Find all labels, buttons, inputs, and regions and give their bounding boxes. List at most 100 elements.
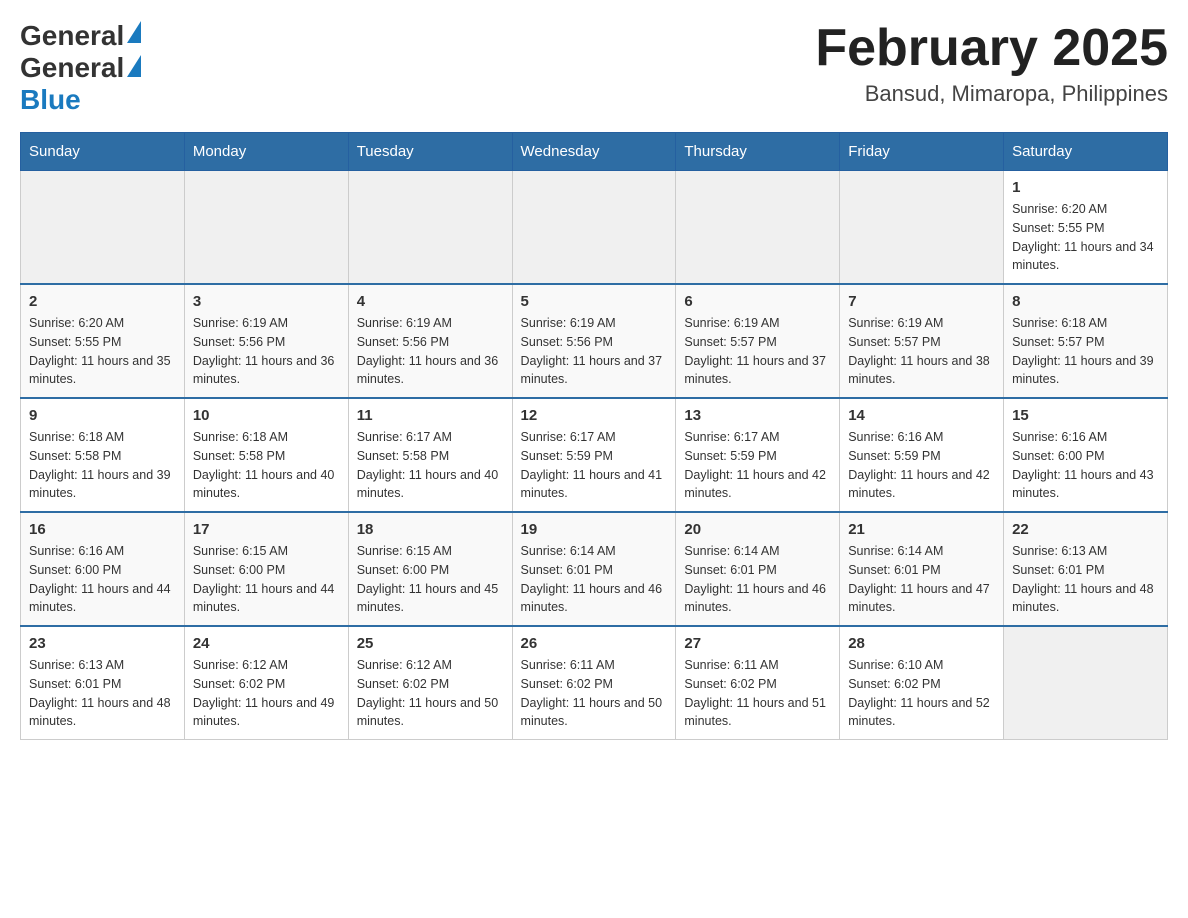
day-info: Sunrise: 6:15 AMSunset: 6:00 PMDaylight:…	[193, 542, 340, 617]
calendar-cell: 9 Sunrise: 6:18 AMSunset: 5:58 PMDaylight…	[21, 398, 185, 512]
calendar-week-row-0: 1 Sunrise: 6:20 AMSunset: 5:55 PMDaylight…	[21, 171, 1168, 285]
calendar-cell	[184, 171, 348, 285]
calendar-cell	[348, 171, 512, 285]
logo-area: General General Blue	[20, 20, 141, 116]
day-number: 28	[848, 635, 995, 652]
day-info: Sunrise: 6:14 AMSunset: 6:01 PMDaylight:…	[521, 542, 668, 617]
day-number: 15	[1012, 407, 1159, 424]
logo-blue-text: Blue	[20, 84, 81, 116]
day-number: 21	[848, 521, 995, 538]
day-number: 6	[684, 293, 831, 310]
calendar-cell	[676, 171, 840, 285]
day-number: 17	[193, 521, 340, 538]
calendar-cell: 12 Sunrise: 6:17 AMSunset: 5:59 PMDayligh…	[512, 398, 676, 512]
calendar-cell: 21 Sunrise: 6:14 AMSunset: 6:01 PMDayligh…	[840, 512, 1004, 626]
calendar-header-thursday: Thursday	[676, 133, 840, 171]
calendar-cell: 13 Sunrise: 6:17 AMSunset: 5:59 PMDayligh…	[676, 398, 840, 512]
calendar-header-row: SundayMondayTuesdayWednesdayThursdayFrid…	[21, 133, 1168, 171]
day-number: 8	[1012, 293, 1159, 310]
calendar-header-friday: Friday	[840, 133, 1004, 171]
logo-general-line2: General	[20, 52, 124, 83]
day-number: 24	[193, 635, 340, 652]
day-info: Sunrise: 6:12 AMSunset: 6:02 PMDaylight:…	[357, 656, 504, 731]
day-info: Sunrise: 6:19 AMSunset: 5:57 PMDaylight:…	[684, 314, 831, 389]
day-number: 12	[521, 407, 668, 424]
day-info: Sunrise: 6:20 AMSunset: 5:55 PMDaylight:…	[29, 314, 176, 389]
day-info: Sunrise: 6:11 AMSunset: 6:02 PMDaylight:…	[684, 656, 831, 731]
day-info: Sunrise: 6:16 AMSunset: 6:00 PMDaylight:…	[29, 542, 176, 617]
calendar-cell: 2 Sunrise: 6:20 AMSunset: 5:55 PMDaylight…	[21, 284, 185, 398]
calendar-cell: 17 Sunrise: 6:15 AMSunset: 6:00 PMDayligh…	[184, 512, 348, 626]
calendar-table: SundayMondayTuesdayWednesdayThursdayFrid…	[20, 132, 1168, 740]
day-info: Sunrise: 6:16 AMSunset: 6:00 PMDaylight:…	[1012, 428, 1159, 503]
calendar-header-saturday: Saturday	[1004, 133, 1168, 171]
title-area: February 2025 Bansud, Mimaropa, Philippi…	[815, 20, 1168, 107]
day-info: Sunrise: 6:19 AMSunset: 5:56 PMDaylight:…	[521, 314, 668, 389]
day-number: 13	[684, 407, 831, 424]
calendar-cell	[512, 171, 676, 285]
day-number: 9	[29, 407, 176, 424]
calendar-cell: 23Sunrise: 6:13 AMSunset: 6:01 PMDayligh…	[21, 626, 185, 740]
calendar-header-wednesday: Wednesday	[512, 133, 676, 171]
day-number: 4	[357, 293, 504, 310]
month-title: February 2025	[815, 20, 1168, 77]
calendar-cell: 6 Sunrise: 6:19 AMSunset: 5:57 PMDaylight…	[676, 284, 840, 398]
calendar-cell	[21, 171, 185, 285]
calendar-cell: 15 Sunrise: 6:16 AMSunset: 6:00 PMDayligh…	[1004, 398, 1168, 512]
header: General General Blue February 2025 Bansu…	[20, 20, 1168, 116]
day-number: 1	[1012, 179, 1159, 196]
calendar-cell: 26 Sunrise: 6:11 AMSunset: 6:02 PMDayligh…	[512, 626, 676, 740]
day-number: 23	[29, 635, 176, 652]
day-number: 19	[521, 521, 668, 538]
calendar-week-row-1: 2 Sunrise: 6:20 AMSunset: 5:55 PMDaylight…	[21, 284, 1168, 398]
day-number: 7	[848, 293, 995, 310]
calendar-cell: 8 Sunrise: 6:18 AMSunset: 5:57 PMDaylight…	[1004, 284, 1168, 398]
day-info: Sunrise: 6:11 AMSunset: 6:02 PMDaylight:…	[521, 656, 668, 731]
day-info: Sunrise: 6:10 AMSunset: 6:02 PMDaylight:…	[848, 656, 995, 731]
day-info: Sunrise: 6:17 AMSunset: 5:59 PMDaylight:…	[684, 428, 831, 503]
location-subtitle: Bansud, Mimaropa, Philippines	[815, 81, 1168, 107]
day-info: Sunrise: 6:20 AMSunset: 5:55 PMDaylight:…	[1012, 200, 1159, 275]
calendar-cell: 24 Sunrise: 6:12 AMSunset: 6:02 PMDayligh…	[184, 626, 348, 740]
day-info: Sunrise: 6:17 AMSunset: 5:58 PMDaylight:…	[357, 428, 504, 503]
day-number: 2	[29, 293, 176, 310]
logo-triangle-icon	[127, 21, 141, 43]
day-number: 27	[684, 635, 831, 652]
day-number: 10	[193, 407, 340, 424]
calendar-header-tuesday: Tuesday	[348, 133, 512, 171]
day-info: Sunrise: 6:14 AMSunset: 6:01 PMDaylight:…	[848, 542, 995, 617]
calendar-cell: 4 Sunrise: 6:19 AMSunset: 5:56 PMDaylight…	[348, 284, 512, 398]
calendar-cell: 27 Sunrise: 6:11 AMSunset: 6:02 PMDayligh…	[676, 626, 840, 740]
day-info: Sunrise: 6:15 AMSunset: 6:00 PMDaylight:…	[357, 542, 504, 617]
day-info: Sunrise: 6:12 AMSunset: 6:02 PMDaylight:…	[193, 656, 340, 731]
day-number: 22	[1012, 521, 1159, 538]
day-info: Sunrise: 6:19 AMSunset: 5:57 PMDaylight:…	[848, 314, 995, 389]
calendar-cell: 1 Sunrise: 6:20 AMSunset: 5:55 PMDaylight…	[1004, 171, 1168, 285]
day-number: 11	[357, 407, 504, 424]
day-info: Sunrise: 6:18 AMSunset: 5:57 PMDaylight:…	[1012, 314, 1159, 389]
calendar-week-row-2: 9 Sunrise: 6:18 AMSunset: 5:58 PMDaylight…	[21, 398, 1168, 512]
day-info: Sunrise: 6:18 AMSunset: 5:58 PMDaylight:…	[29, 428, 176, 503]
calendar-cell: 20Sunrise: 6:14 AMSunset: 6:01 PMDayligh…	[676, 512, 840, 626]
logo: General	[20, 20, 141, 52]
calendar-cell	[1004, 626, 1168, 740]
calendar-cell: 22Sunrise: 6:13 AMSunset: 6:01 PMDayligh…	[1004, 512, 1168, 626]
day-number: 25	[357, 635, 504, 652]
calendar-cell: 14Sunrise: 6:16 AMSunset: 5:59 PMDayligh…	[840, 398, 1004, 512]
day-number: 16	[29, 521, 176, 538]
calendar-week-row-3: 16 Sunrise: 6:16 AMSunset: 6:00 PMDayligh…	[21, 512, 1168, 626]
calendar-header-monday: Monday	[184, 133, 348, 171]
calendar-cell: 10Sunrise: 6:18 AMSunset: 5:58 PMDayligh…	[184, 398, 348, 512]
calendar-cell: 19 Sunrise: 6:14 AMSunset: 6:01 PMDayligh…	[512, 512, 676, 626]
day-number: 26	[521, 635, 668, 652]
calendar-cell: 25 Sunrise: 6:12 AMSunset: 6:02 PMDayligh…	[348, 626, 512, 740]
calendar-cell	[840, 171, 1004, 285]
day-number: 20	[684, 521, 831, 538]
day-info: Sunrise: 6:17 AMSunset: 5:59 PMDaylight:…	[521, 428, 668, 503]
logo-triangle2-icon	[127, 55, 141, 77]
day-number: 18	[357, 521, 504, 538]
day-info: Sunrise: 6:19 AMSunset: 5:56 PMDaylight:…	[357, 314, 504, 389]
calendar-cell: 18 Sunrise: 6:15 AMSunset: 6:00 PMDayligh…	[348, 512, 512, 626]
day-info: Sunrise: 6:19 AMSunset: 5:56 PMDaylight:…	[193, 314, 340, 389]
calendar-cell: 16 Sunrise: 6:16 AMSunset: 6:00 PMDayligh…	[21, 512, 185, 626]
